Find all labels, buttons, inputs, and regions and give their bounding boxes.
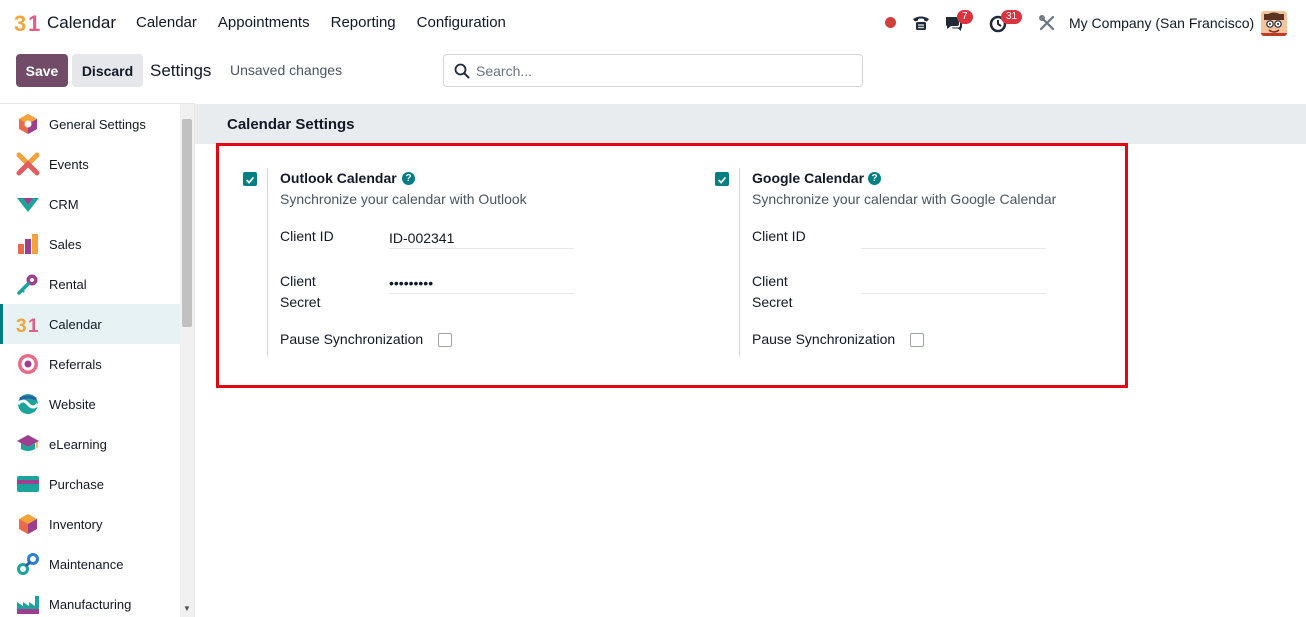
sidebar-item-calendar[interactable]: 3 1 Calendar: [0, 304, 180, 344]
company-switcher[interactable]: My Company (San Francisco): [1069, 15, 1254, 31]
outlook-calendar-description: Synchronize your calendar with Outlook: [280, 191, 527, 207]
outlook-calendar-title: Outlook Calendar: [280, 170, 397, 186]
discard-button[interactable]: Discard: [72, 54, 143, 87]
outlook-client-secret-label: Client: [280, 273, 316, 289]
outlook-client-id-input[interactable]: [389, 227, 574, 249]
google-calendar-checkbox[interactable]: [715, 172, 729, 186]
phone-icon[interactable]: [911, 13, 931, 33]
google-client-secret-label-line2: Secret: [752, 294, 793, 310]
section-title: Calendar Settings: [227, 116, 355, 133]
page-title: Settings: [150, 61, 212, 80]
purchase-card-icon: [17, 476, 39, 492]
user-avatar[interactable]: [1261, 11, 1287, 36]
sidebar-scrollbar-thumb[interactable]: [182, 119, 192, 327]
sidebar-item-label: Manufacturing: [49, 596, 132, 612]
search-icon: [454, 63, 470, 79]
sidebar-item-label: Events: [49, 156, 89, 172]
google-calendar-title: Google Calendar: [752, 170, 865, 186]
manufacturing-factory-icon: [17, 596, 39, 614]
outlook-client-id-label: Client ID: [280, 228, 334, 244]
svg-text:3: 3: [14, 11, 26, 35]
checkmark-icon: [245, 176, 255, 184]
sidebar-item-label: Referrals: [49, 356, 102, 372]
google-client-id-input[interactable]: [861, 227, 1046, 249]
app-name[interactable]: Calendar: [47, 13, 116, 33]
sidebar-item-general-settings[interactable]: General Settings: [0, 104, 180, 144]
google-calendar-description: Synchronize your calendar with Google Ca…: [752, 191, 1057, 207]
sidebar-item-label: Inventory: [49, 516, 103, 532]
section-header: [195, 104, 1306, 144]
rental-key-icon: [17, 274, 38, 295]
messages-count-badge: 7: [957, 10, 973, 24]
sidebar-item-label: Calendar: [49, 316, 102, 332]
help-question-icon[interactable]: ?: [868, 172, 881, 185]
sidebar-item-website[interactable]: Website: [0, 384, 180, 424]
outlook-pause-sync-checkbox[interactable]: [438, 333, 452, 347]
google-client-id-label: Client ID: [752, 228, 806, 244]
menu-configuration[interactable]: Configuration: [417, 14, 506, 31]
sidebar-item-manufacturing[interactable]: Manufacturing: [0, 584, 180, 617]
sidebar-item-label: Sales: [49, 236, 82, 252]
sidebar-item-events[interactable]: Events: [0, 144, 180, 184]
menu-appointments[interactable]: Appointments: [218, 14, 310, 31]
sidebar-item-rental[interactable]: Rental: [0, 264, 180, 304]
help-question-icon[interactable]: ?: [402, 172, 415, 185]
general-settings-icon: [19, 114, 37, 134]
svg-text:1: 1: [28, 11, 40, 35]
sidebar-item-label: eLearning: [49, 436, 107, 452]
sidebar-item-label: CRM: [49, 196, 79, 212]
main-menu: Calendar Appointments Reporting Configur…: [136, 14, 506, 31]
google-client-secret-input[interactable]: [861, 272, 1046, 294]
sidebar-item-label: Maintenance: [49, 556, 124, 572]
referrals-icon: [18, 354, 38, 374]
sidebar-item-label: Website: [49, 396, 96, 412]
google-pause-sync-label: Pause Synchronization: [752, 331, 896, 347]
outlook-client-secret-input[interactable]: [389, 272, 574, 294]
sidebar-item-referrals[interactable]: Referrals: [0, 344, 180, 384]
search-input[interactable]: [476, 61, 856, 81]
scroll-down-arrow-icon[interactable]: ▼: [182, 604, 192, 614]
svg-text:1: 1: [28, 316, 39, 336]
sidebar-item-crm[interactable]: CRM: [0, 184, 180, 224]
sidebar-item-label: Rental: [49, 276, 87, 292]
checkmark-icon: [717, 176, 727, 184]
menu-calendar[interactable]: Calendar: [136, 14, 197, 31]
inventory-box-icon: [19, 514, 37, 534]
google-client-secret-label: Client: [752, 273, 788, 289]
search-box[interactable]: [443, 54, 863, 87]
sidebar-item-elearning[interactable]: eLearning: [0, 424, 180, 464]
elearning-graduation-icon: [17, 435, 39, 451]
google-pause-sync-checkbox[interactable]: [910, 333, 924, 347]
setting-divider: [267, 168, 268, 356]
menu-reporting[interactable]: Reporting: [331, 14, 396, 31]
outlook-pause-sync-label: Pause Synchronization: [280, 331, 424, 347]
sidebar-item-maintenance[interactable]: Maintenance: [0, 544, 180, 584]
setting-divider: [739, 168, 740, 356]
save-button[interactable]: Save: [16, 54, 68, 87]
unsaved-changes-indicator: Unsaved changes: [230, 62, 343, 78]
website-icon: [16, 394, 40, 414]
calendar-app-logo-icon[interactable]: 3 1: [14, 11, 40, 35]
sidebar-item-label: General Settings: [49, 116, 146, 132]
outlook-calendar-checkbox[interactable]: [243, 172, 257, 186]
crm-icon: [17, 198, 39, 212]
settings-sidebar: General Settings Events CRM Sales Rental: [0, 103, 195, 617]
svg-text:3: 3: [16, 316, 27, 336]
outlook-client-secret-label-line2: Secret: [280, 294, 321, 310]
calendar-icon: 3 1: [16, 316, 39, 336]
maintenance-wrench-icon: [17, 553, 39, 575]
sidebar-item-purchase[interactable]: Purchase: [0, 464, 180, 504]
activities-count-badge: 31: [1001, 10, 1023, 24]
sidebar-item-label: Purchase: [49, 476, 104, 492]
debug-tools-icon[interactable]: [1037, 13, 1057, 33]
sidebar-item-inventory[interactable]: Inventory: [0, 504, 180, 544]
sales-icon: [18, 234, 38, 254]
sidebar-item-sales[interactable]: Sales: [0, 224, 180, 264]
events-icon: [16, 152, 40, 176]
status-dot-icon[interactable]: [885, 17, 896, 28]
